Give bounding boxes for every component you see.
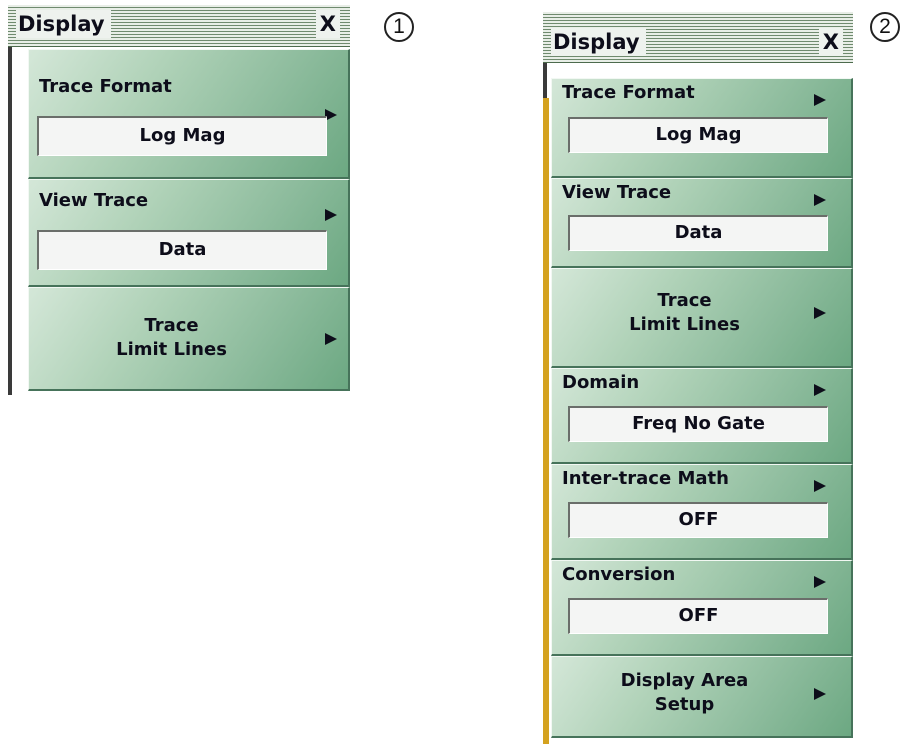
trace-format-value: Log Mag — [568, 117, 828, 153]
submenu-arrow-icon — [814, 94, 826, 106]
submenu-arrow-icon — [814, 384, 826, 396]
submenu-arrow-icon — [325, 209, 337, 221]
callout-2: 2 — [870, 12, 900, 42]
callout-1: 1 — [384, 12, 414, 42]
display-area-setup-button[interactable]: Display Area Setup — [551, 656, 853, 738]
close-button[interactable]: X — [315, 10, 340, 38]
submenu-arrow-icon — [814, 307, 826, 319]
submenu-arrow-icon — [814, 194, 826, 206]
button-label: Inter-trace Math — [562, 468, 729, 489]
view-trace-value: Data — [37, 230, 327, 270]
button-label: Conversion — [562, 564, 676, 585]
conversion-button[interactable]: Conversion OFF — [551, 560, 853, 656]
button-label: Domain — [562, 372, 640, 393]
view-trace-button[interactable]: View Trace Data — [551, 178, 853, 268]
button-label: Trace Limit Lines — [629, 290, 740, 335]
display-menu-1: Display X Trace Format Log Mag View Trac… — [8, 5, 350, 395]
conversion-value: OFF — [568, 598, 828, 634]
scroll-accent — [543, 98, 549, 744]
submenu-arrow-icon — [814, 576, 826, 588]
trace-limit-lines-button[interactable]: Trace Limit Lines — [551, 268, 853, 368]
view-trace-value: Data — [568, 215, 828, 251]
button-label: Display Area Setup — [620, 670, 749, 715]
view-trace-button[interactable]: View Trace Data — [28, 179, 350, 287]
button-label: View Trace — [39, 190, 149, 211]
trace-format-button[interactable]: Trace Format Log Mag — [551, 78, 853, 178]
submenu-arrow-icon — [814, 480, 826, 492]
button-label: View Trace — [562, 182, 672, 203]
submenu-arrow-icon — [325, 333, 337, 345]
close-button[interactable]: X — [818, 28, 843, 56]
trace-limit-lines-button[interactable]: Trace Limit Lines — [28, 287, 350, 391]
domain-value: Freq No Gate — [568, 406, 828, 442]
button-label: Trace Format — [39, 76, 172, 97]
button-label: Trace Limit Lines — [116, 315, 227, 360]
panel-edge — [8, 5, 12, 395]
menu-title-bar: Display X — [543, 12, 853, 63]
menu-title: Display — [551, 28, 646, 56]
button-label: Trace Format — [562, 82, 695, 103]
menu-title-bar: Display X — [8, 5, 350, 47]
trace-format-button[interactable]: Trace Format Log Mag — [28, 49, 350, 179]
submenu-arrow-icon — [814, 688, 826, 700]
inter-trace-math-value: OFF — [568, 502, 828, 538]
trace-format-value: Log Mag — [37, 116, 327, 156]
display-menu-2: Display X Trace Format Log Mag View Trac… — [543, 12, 853, 744]
menu-title: Display — [16, 10, 111, 38]
inter-trace-math-button[interactable]: Inter-trace Math OFF — [551, 464, 853, 560]
domain-button[interactable]: Domain Freq No Gate — [551, 368, 853, 464]
